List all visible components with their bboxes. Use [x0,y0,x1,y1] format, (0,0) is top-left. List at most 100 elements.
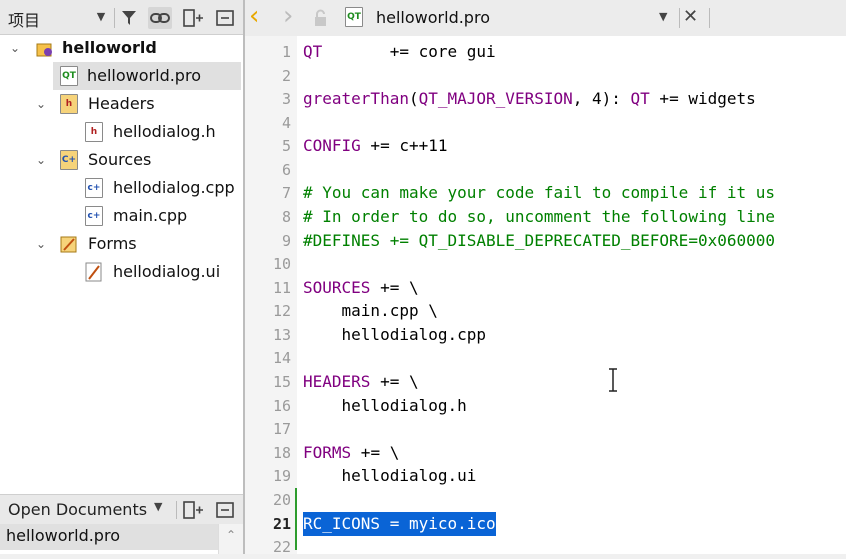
code-token: CONFIG [303,136,361,155]
line-number: 8 [281,208,291,226]
code-token: += core gui [322,42,496,61]
qt-file-icon: QT [345,7,363,27]
chevron-down-icon[interactable]: ⌄ [34,146,48,174]
ui-file-icon [85,262,103,282]
link-icon[interactable] [148,7,172,29]
tree-item-label: helloworld [62,38,157,57]
lock-icon[interactable] [313,9,329,27]
code-token: QT_MAJOR_VERSION [418,89,573,108]
close-panel-icon[interactable] [214,500,236,520]
tree-item-label: helloworld.pro [87,66,201,85]
chevron-down-icon[interactable]: ⌄ [34,230,48,258]
code-token: QT [630,89,650,108]
code-editor[interactable]: QT += core gui greaterThan(QT_MAJOR_VERS… [297,36,846,554]
tree-item-label: hellodialog.cpp [113,178,235,197]
headers-folder-icon: h [60,94,78,114]
code-token: , 4): [572,89,631,108]
tree-item-headers[interactable]: ⌄ h Headers [0,90,243,118]
close-panel-icon[interactable] [214,8,236,28]
code-line: hellodialog.ui [303,466,477,485]
line-number: 1 [281,43,291,61]
forward-icon[interactable]: › [283,1,293,31]
code-token: += widgets [649,89,756,108]
line-number: 4 [281,114,291,132]
code-token: greaterThan [303,89,409,108]
line-number: 15 [272,373,291,391]
code-line: # You can make your code fail to compile… [303,183,776,202]
code-token: SOURCES [303,278,371,297]
tree-item-label: Sources [88,150,152,169]
qt-file-icon: QT [60,66,78,86]
line-number: 20 [272,491,291,509]
tree-item-header-file[interactable]: h hellodialog.h [0,118,243,146]
line-number: 18 [272,444,291,462]
back-icon[interactable]: ‹ [249,1,259,31]
line-number: 12 [272,302,291,320]
code-token: FORMS [303,443,352,462]
code-line: FORMS += \ [303,441,399,465]
tree-item-form-file[interactable]: hellodialog.ui [0,258,243,286]
tree-item-label: hellodialog.h [113,122,216,141]
project-toolbar: 项目 ▼ [0,0,243,35]
header-file-icon: h [85,122,103,142]
tree-item-project[interactable]: ⌄ helloworld [0,34,243,62]
code-line: greaterThan(QT_MAJOR_VERSION, 4): QT += … [303,87,756,111]
view-dropdown-icon[interactable]: ▼ [90,6,112,28]
open-documents-dropdown-icon[interactable]: ▼ [154,500,162,513]
project-panel-title: 项目 [8,11,41,30]
code-line: CONFIG += c++11 [303,134,448,158]
code-token: += \ [370,372,419,391]
line-number: 19 [272,467,291,485]
tree-item-label: Forms [88,234,137,253]
split-icon[interactable] [182,500,204,520]
tree-item-label: Headers [88,94,155,113]
line-number: 7 [281,184,291,202]
code-token: += c++11 [360,136,448,155]
code-line: #DEFINES += QT_DISABLE_DEPRECATED_BEFORE… [303,231,776,250]
line-number: 13 [272,326,291,344]
chevron-down-icon[interactable]: ⌄ [34,90,48,118]
forms-folder-icon [60,234,78,254]
line-number: 6 [281,161,291,179]
code-line: hellodialog.h [303,396,467,415]
code-token: ( [408,89,419,108]
code-token: HEADERS [303,372,371,391]
code-token: += \ [370,278,419,297]
line-number: 3 [281,90,291,108]
line-number: 5 [281,137,291,155]
code-token: += \ [351,443,400,462]
chevron-down-icon[interactable]: ⌄ [8,34,22,62]
editor-file-name[interactable]: helloworld.pro [376,8,490,27]
tree-item-label: main.cpp [113,206,188,225]
code-line: QT += core gui [303,40,496,64]
code-line: SOURCES += \ [303,276,419,300]
line-number-gutter: 1 2 3 4 5 6 7 8 9 10 11 12 13 14 15 16 1… [245,36,297,556]
line-number: 9 [281,232,291,250]
file-dropdown-icon[interactable]: ▼ [659,10,667,23]
project-icon [36,39,54,57]
line-number: 2 [281,67,291,85]
line-number: 16 [272,397,291,415]
cpp-file-icon: c+ [85,178,103,198]
line-number: 17 [272,420,291,438]
open-document-item[interactable]: helloworld.pro [0,524,218,550]
current-line-number: 21 [272,515,291,533]
scroll-up-icon[interactable]: ⌃ [226,528,236,542]
code-line: main.cpp \ [303,301,438,320]
line-number: 10 [272,255,291,273]
tree-item-pro-file[interactable]: QT helloworld.pro [53,62,241,90]
editor-toolbar: ‹ › QT helloworld.pro ▼ ✕ [245,0,846,37]
open-document-label: helloworld.pro [6,526,120,545]
tree-item-sources[interactable]: ⌄ C+ Sources [0,146,243,174]
scrollbar[interactable]: ⌃ [218,524,244,554]
line-number: 22 [272,538,291,556]
filter-icon[interactable] [120,8,140,28]
tree-item-label: hellodialog.ui [113,262,221,281]
code-line: HEADERS += \ [303,370,419,394]
tree-item-source-file[interactable]: c+ hellodialog.cpp [0,174,243,202]
open-documents-title: Open Documents [8,500,148,519]
tree-item-forms[interactable]: ⌄ Forms [0,230,243,258]
close-document-icon[interactable]: ✕ [683,6,698,27]
tree-item-source-file[interactable]: c+ main.cpp [0,202,243,230]
split-icon[interactable] [182,8,204,28]
